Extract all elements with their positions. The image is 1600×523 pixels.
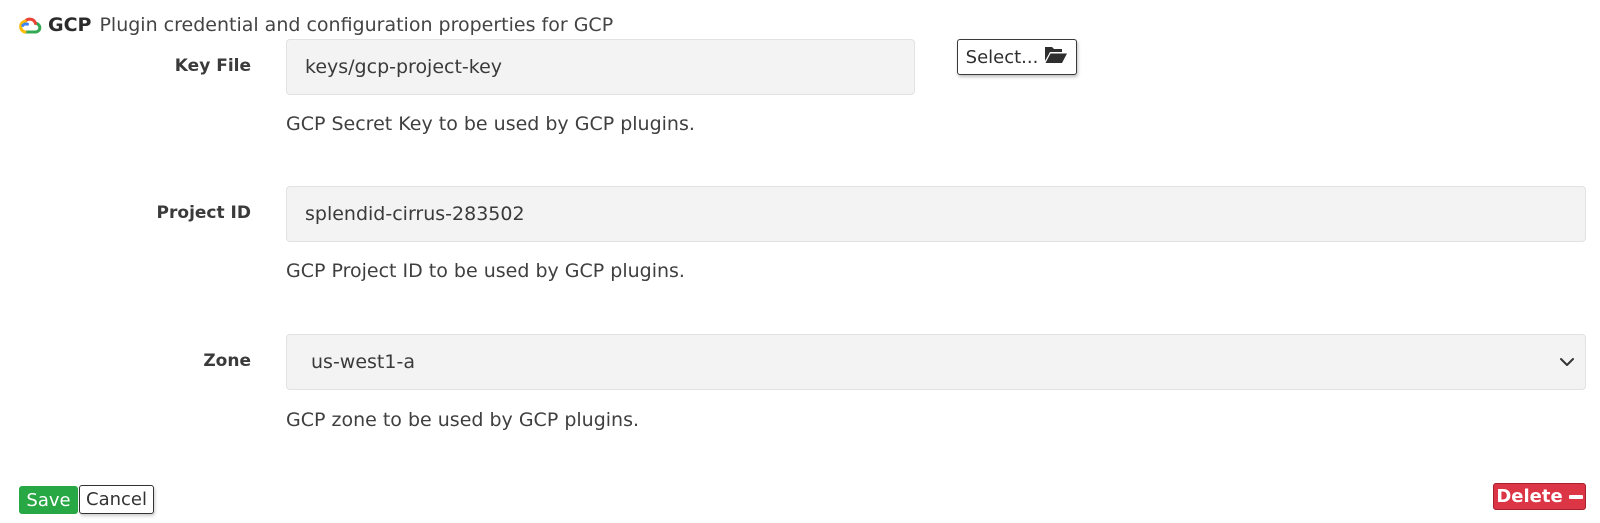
key-file-label: Key File: [174, 56, 251, 76]
delete-button-label: Delete: [1496, 486, 1563, 507]
zone-value: us-west1-a: [311, 351, 415, 373]
zone-help: GCP zone to be used by GCP plugins.: [286, 409, 640, 431]
delete-button[interactable]: Delete: [1493, 483, 1586, 510]
zone-label: Zone: [203, 351, 251, 371]
plugin-name: GCP: [48, 14, 92, 36]
google-cloud-icon: [18, 13, 42, 37]
panel-header: GCP Plugin credential and configuration …: [18, 12, 613, 38]
project-id-input[interactable]: splendid-cirrus-283502: [286, 186, 1586, 242]
select-file-button[interactable]: Select...: [957, 39, 1077, 75]
select-button-label: Select...: [965, 46, 1039, 68]
project-id-value: splendid-cirrus-283502: [305, 203, 525, 225]
chevron-down-icon: [1559, 357, 1575, 367]
save-button[interactable]: Save: [19, 486, 78, 514]
folder-open-icon: [1044, 45, 1068, 69]
gcp-plugin-config-panel: GCP Plugin credential and configuration …: [0, 0, 1600, 523]
project-id-label: Project ID: [156, 203, 251, 223]
project-id-help: GCP Project ID to be used by GCP plugins…: [286, 260, 685, 282]
zone-select[interactable]: us-west1-a: [286, 334, 1586, 390]
key-file-input[interactable]: keys/gcp-project-key: [286, 39, 915, 95]
minus-icon: [1568, 494, 1583, 499]
key-file-value: keys/gcp-project-key: [305, 56, 503, 78]
cancel-button[interactable]: Cancel: [79, 485, 154, 514]
plugin-description: Plugin credential and configuration prop…: [99, 14, 614, 36]
key-file-help: GCP Secret Key to be used by GCP plugins…: [286, 113, 695, 135]
